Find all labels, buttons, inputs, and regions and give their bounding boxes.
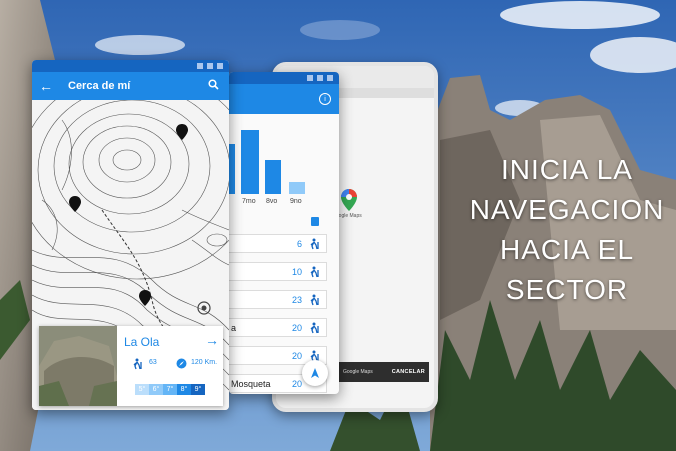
hiker-icon bbox=[310, 322, 319, 334]
grade-chip: 6° bbox=[149, 384, 163, 395]
cancel-button[interactable]: CANCELAR bbox=[392, 369, 425, 375]
navigate-fab[interactable] bbox=[302, 360, 328, 386]
route-count: 20 bbox=[291, 323, 302, 333]
route-count: 10 bbox=[291, 267, 302, 277]
headline-line: HACIA EL bbox=[499, 234, 635, 265]
route-count: 20 bbox=[291, 351, 302, 361]
bar-8vo bbox=[265, 160, 281, 194]
list-item[interactable]: a 20 bbox=[229, 318, 327, 337]
delete-icon[interactable] bbox=[311, 217, 319, 226]
grade-chip: 7° bbox=[163, 384, 177, 395]
routes-count: 63 bbox=[149, 359, 157, 366]
bar-6 bbox=[229, 144, 235, 194]
headline-line: NAVEGACION bbox=[469, 194, 665, 225]
grade-chip: 9° bbox=[191, 384, 205, 395]
google-maps-icon[interactable] bbox=[339, 188, 359, 212]
sector-name: La Ola bbox=[124, 335, 160, 349]
compass-icon bbox=[176, 358, 187, 369]
headline: INICIA LA NAVEGACION HACIA EL SECTOR bbox=[462, 150, 672, 310]
headline-line: SECTOR bbox=[505, 274, 629, 305]
grade-chips: 5° 6° 7° 8° 9° bbox=[135, 384, 205, 395]
maps-dialog: Google Maps CANCELAR bbox=[339, 362, 429, 382]
route-count: 23 bbox=[291, 295, 302, 305]
hiker-icon bbox=[133, 358, 142, 370]
bar-label-8vo: 8vo bbox=[266, 198, 277, 204]
list-item[interactable]: 6 bbox=[229, 234, 327, 253]
navigation-arrow-icon bbox=[311, 368, 319, 378]
hiker-icon bbox=[310, 294, 319, 306]
sector-photo bbox=[39, 326, 117, 406]
hiker-icon bbox=[310, 238, 319, 250]
back-arrow-icon[interactable]: ← bbox=[34, 78, 58, 94]
grade-bar-chart: 7mo 8vo 9no bbox=[229, 130, 305, 204]
route-count: 6 bbox=[296, 239, 302, 249]
list-item[interactable]: 10 bbox=[229, 262, 327, 281]
phone-map: ← Cerca de mí La Ola → 63 120 Km. 5° 6° … bbox=[32, 60, 229, 410]
distance: 120 Km. bbox=[191, 359, 218, 366]
page-title: Cerca de mí bbox=[68, 80, 131, 92]
search-icon[interactable] bbox=[208, 77, 219, 95]
grade-chip: 8° bbox=[177, 384, 191, 395]
bar-label-7mo: 7mo bbox=[242, 198, 256, 204]
bar-9no bbox=[289, 182, 305, 194]
grade-chip: 5° bbox=[135, 384, 149, 395]
list-item[interactable]: 23 bbox=[229, 290, 327, 309]
phone-stats: i 7mo 8vo 9no 6 10 23 a 20 20 Mosqueta 2… bbox=[229, 72, 339, 394]
headline-line: INICIA LA bbox=[501, 154, 633, 185]
bar-7mo bbox=[241, 130, 259, 194]
hiker-icon bbox=[310, 266, 319, 278]
info-icon[interactable]: i bbox=[319, 93, 331, 105]
route-count: 20 bbox=[291, 379, 302, 389]
sector-card[interactable]: La Ola → 63 120 Km. 5° 6° 7° 8° 9° bbox=[39, 326, 223, 406]
bar-label-9no: 9no bbox=[290, 198, 302, 204]
arrow-forward-icon[interactable]: → bbox=[205, 332, 219, 348]
dialog-text: Google Maps bbox=[343, 369, 373, 375]
